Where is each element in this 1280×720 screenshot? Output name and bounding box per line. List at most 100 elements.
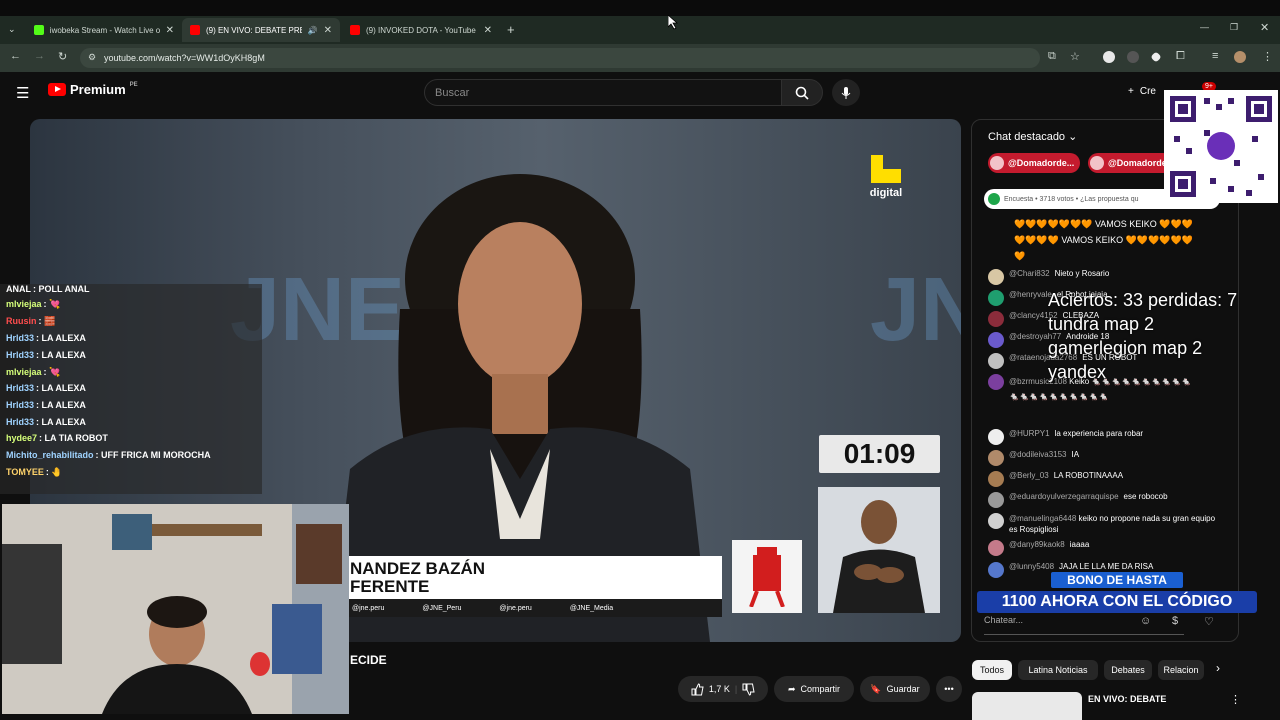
chat-message: @dodileiva3153 IA xyxy=(988,450,1079,466)
new-tab-button[interactable]: + xyxy=(507,22,515,37)
chat-message: @manuelinga6448 keiko no propone nada su… xyxy=(988,513,1218,535)
chip-todos[interactable]: Todos xyxy=(972,660,1012,680)
debate-timer: 01:09 xyxy=(819,435,940,473)
channel-mark-label: digital xyxy=(869,187,903,199)
close-tab-icon[interactable]: ✕ xyxy=(324,25,332,36)
url-field[interactable]: ⚙ youtube.com/watch?v=WW1dOyKH8gM xyxy=(80,48,1040,68)
maximize-button[interactable]: ❐ xyxy=(1230,22,1238,33)
x-handle: @JNE_Peru xyxy=(422,604,462,612)
site-info-icon[interactable]: ⚙ xyxy=(88,52,96,63)
youtube-logo[interactable]: Premium PE xyxy=(48,82,138,97)
tab-list-chevron-icon[interactable]: ⌄ xyxy=(8,24,16,35)
bonus-banner: BONO DE HASTA 1100 AHORA CON EL CÓDIGO xyxy=(977,571,1257,619)
search-button[interactable] xyxy=(781,79,823,106)
jne-emblem xyxy=(732,540,802,613)
chat-mode-dropdown[interactable]: Chat destacado ⌄ xyxy=(988,130,1077,143)
chip-latina-noticias[interactable]: Latina Noticias xyxy=(1018,660,1098,680)
bookmark-icon: 🔖 xyxy=(870,683,882,694)
chat-text: : LA ALEXA xyxy=(36,400,86,410)
close-tab-icon[interactable]: ✕ xyxy=(484,25,492,36)
avatar xyxy=(988,429,1004,445)
microphone-icon xyxy=(841,86,851,99)
pinned-supporter-chip[interactable]: @Domadorde xyxy=(1088,153,1173,173)
thumbs-down-icon[interactable] xyxy=(742,683,755,696)
chat-text: : UFF FRICA MI MOROCHA xyxy=(95,450,211,460)
puzzle-icon[interactable]: ⧠ xyxy=(1176,50,1185,63)
chat-user: ANAL xyxy=(6,284,31,294)
youtube-handle: @JNE_Media xyxy=(569,604,614,612)
tab-debate[interactable]: (9) EN VIVO: DEBATE PRESI 🔊 ✕ xyxy=(182,18,340,42)
chip-debates[interactable]: Debates xyxy=(1104,660,1152,680)
save-label: Guardar xyxy=(886,684,920,694)
extension-icon[interactable] xyxy=(1150,51,1162,63)
interpreter-figure xyxy=(833,500,925,613)
hamburger-menu-icon[interactable]: ☰ xyxy=(16,84,29,102)
sign-language-interpreter xyxy=(818,487,940,613)
recommended-title[interactable]: EN VIVO: DEBATE xyxy=(1088,694,1166,704)
create-button[interactable]: + Cre xyxy=(1128,86,1156,97)
chip-relacionados[interactable]: Relacion xyxy=(1158,660,1204,680)
minimize-button[interactable]: — xyxy=(1200,22,1209,32)
pinned-supporter-chip[interactable]: @Domadorde... xyxy=(988,153,1081,173)
message-user: @eduardoyulverzegarraquispe xyxy=(1009,492,1119,501)
search-icon xyxy=(795,86,809,100)
extension-icon[interactable] xyxy=(1127,51,1139,63)
chat-message: @Berly_03 LA ROBOTINAAAA xyxy=(988,471,1123,487)
kick-icon xyxy=(34,25,44,35)
chat-user: Hrld33 xyxy=(6,383,35,393)
message-text: 🧡🧡🧡🧡🧡🧡🧡 VAMOS KEIKO 🧡🧡🧡🧡🧡🧡🧡 VAMOS KEIKO … xyxy=(1014,219,1193,261)
save-button[interactable]: 🔖 Guardar xyxy=(860,676,930,702)
bookmark-star-icon[interactable]: ☆ xyxy=(1070,50,1080,63)
recommended-thumbnail[interactable] xyxy=(972,692,1082,720)
chat-line: mlviejaa: 💘 xyxy=(6,367,60,378)
plus-icon: + xyxy=(1128,86,1134,97)
chat-user: Hrld33 xyxy=(6,417,35,427)
chat-line: Hrld33: LA ALEXA xyxy=(6,400,86,410)
playlist-icon[interactable]: ≡ xyxy=(1212,50,1218,62)
tab-dota[interactable]: (9) INVOKED DOTA - YouTube ✕ xyxy=(342,18,500,42)
chat-user: Hrld33 xyxy=(6,350,35,360)
back-icon[interactable]: ← xyxy=(10,50,21,62)
tab-kick[interactable]: iwobeka Stream - Watch Live o ✕ xyxy=(26,18,182,42)
forward-icon[interactable]: → xyxy=(34,50,45,62)
message-user: @henryvale xyxy=(1009,290,1052,299)
more-actions-button[interactable]: ••• xyxy=(936,676,962,702)
chevron-right-icon[interactable]: › xyxy=(1216,661,1220,675)
share-button[interactable]: ➦ Compartir xyxy=(774,676,854,702)
close-window-button[interactable]: ✕ xyxy=(1260,21,1269,34)
brand-label: Premium xyxy=(70,82,126,97)
chat-line: Hrld33: LA ALEXA xyxy=(6,417,86,427)
avatar xyxy=(988,290,1004,306)
title-strip xyxy=(0,0,1280,16)
avatar xyxy=(988,540,1004,556)
voice-search-button[interactable] xyxy=(832,79,860,106)
reload-icon[interactable]: ↻ xyxy=(58,50,67,63)
search-input[interactable]: Buscar xyxy=(424,79,782,106)
bonus-line-2: 1100 AHORA CON EL CÓDIGO xyxy=(977,591,1257,613)
chat-user: mlviejaa xyxy=(6,367,42,377)
instagram-handle: @jne.peru xyxy=(352,604,385,612)
like-button[interactable]: 1,7 K xyxy=(691,682,730,696)
audio-icon[interactable]: 🔊 xyxy=(308,26,318,35)
chat-line: Hrld33: LA ALEXA xyxy=(6,350,86,360)
install-icon[interactable]: ⧉ xyxy=(1048,50,1056,63)
close-tab-icon[interactable]: ✕ xyxy=(166,25,174,36)
menu-dots-icon[interactable]: ⋮ xyxy=(1262,50,1273,63)
chat-user: Ruusin xyxy=(6,316,37,326)
stream-chat-overlay: ANAL: POLL ANAL mlviejaa: 💘 Ruusin: 🧱 Hr… xyxy=(0,284,262,494)
youtube-play-icon xyxy=(48,83,66,96)
browser-tab-bar: ⌄ iwobeka Stream - Watch Live o ✕ (9) EN… xyxy=(0,0,1280,44)
message-user: @Berly_03 xyxy=(1009,471,1049,480)
speaker-role: FERENTE xyxy=(350,577,430,596)
chat-text: : LA ALEXA xyxy=(36,350,86,360)
like-count: 1,7 K xyxy=(708,684,730,694)
social-handles: @jne.peru @JNE_Peru @jne.peru @JNE_Media xyxy=(348,599,722,617)
ballot-box-icon xyxy=(749,546,785,607)
recommended-menu-icon[interactable]: ⋮ xyxy=(1230,693,1241,706)
chat-text: : 💘 xyxy=(43,367,61,377)
pinned-user: @Domadorde xyxy=(1108,158,1167,168)
extension-icon[interactable] xyxy=(1103,51,1115,63)
message-user: @Chari832 xyxy=(1009,269,1050,278)
profile-avatar[interactable] xyxy=(1234,51,1246,63)
share-label: Compartir xyxy=(800,684,841,694)
